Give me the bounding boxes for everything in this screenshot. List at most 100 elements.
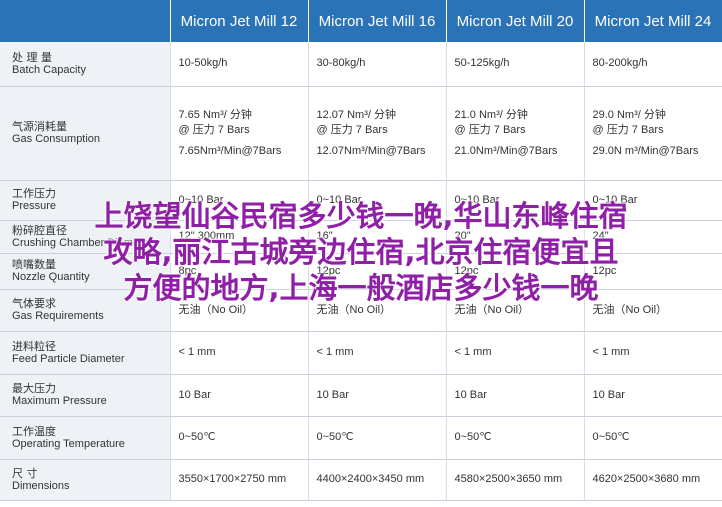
- spec-value-cell: 30-80kg/h: [308, 42, 447, 87]
- spec-value: 0~10 Bar: [178, 193, 224, 206]
- row-label: 工作压力 Pressure: [0, 180, 171, 221]
- spec-value: 4400×2400×3450 mm: [316, 473, 425, 485]
- spec-value: 0~50℃: [592, 431, 630, 443]
- spec-value: 10 Bar: [454, 388, 487, 401]
- spec-value: @ 压力 7 Bars: [178, 123, 250, 136]
- row-label-en: Pressure: [12, 200, 57, 212]
- spec-value-cell: 0~50℃: [170, 416, 309, 460]
- row-label-zh: 粉碎腔直径: [12, 223, 67, 237]
- spec-value-cell: < 1 mm: [584, 331, 722, 375]
- table-row: 气源消耗量 Gas Consumption 7.65 Nm³/ 分钟 @ 压力 7 B…: [0, 86, 722, 181]
- spec-value: < 1 mm: [454, 346, 492, 358]
- row-label-en: Gas Consumption: [12, 133, 101, 145]
- spec-value: 21.0Nm³/Min@7Bars: [454, 144, 558, 157]
- spec-value-cell: 50-125kg/h: [446, 42, 585, 87]
- table-row: 工作温度 Operating Temperature 0~50℃ 0~50℃ 0~50℃…: [0, 416, 722, 460]
- spec-value-cell: 4580×2500×3650 mm: [446, 459, 585, 501]
- spec-value: 21.0 Nm³/ 分钟: [454, 108, 528, 121]
- spec-value: 0~10 Bar: [454, 193, 500, 206]
- spec-value: 10 Bar: [178, 388, 211, 401]
- spec-value-cell: 0~50℃: [584, 416, 722, 460]
- spec-value-cell: 无油（No Oil）: [308, 289, 447, 332]
- spec-value: @ 压力 7 Bars: [454, 123, 526, 136]
- model-header-16: Micron Jet Mill 16: [308, 0, 447, 42]
- header-corner: [0, 0, 171, 42]
- row-label-zh: 喷嘴数量: [12, 258, 56, 271]
- spec-value: 80-200kg/h: [592, 57, 648, 70]
- table-row: 最大压力 Maximum Pressure 10 Bar 10 Bar 10 Bar 10…: [0, 374, 722, 417]
- spec-value-cell: 4620×2500×3680 mm: [584, 459, 722, 501]
- spec-value: 20": [454, 230, 471, 242]
- spec-value-cell: 80-200kg/h: [584, 42, 722, 87]
- spec-value: 4620×2500×3680 mm: [592, 473, 701, 485]
- spec-value-cell: 21.0 Nm³/ 分钟 @ 压力 7 Bars 21.0Nm³/Min@7Bars: [446, 86, 585, 181]
- row-label-en: Nozzle Quantity: [12, 271, 90, 283]
- spec-value-cell: 12pc: [308, 253, 447, 290]
- spec-value-cell: 12" 300mm: [170, 220, 309, 254]
- row-label-en: Batch Capacity: [12, 63, 86, 76]
- spec-value-cell: 29.0 Nm³/ 分钟 @ 压力 7 Bars 29.0N m³/Min@7Bar…: [584, 86, 722, 181]
- spec-value: 30-80kg/h: [316, 57, 366, 70]
- spec-value: 12pc: [454, 264, 479, 277]
- row-label-zh: 气源消耗量: [12, 120, 67, 133]
- spec-value: @ 压力 7 Bars: [592, 123, 664, 136]
- row-label: 粉碎腔直径 Crushing Chamber Diameter: [0, 220, 171, 254]
- spec-value-cell: 10-50kg/h: [170, 42, 309, 87]
- row-label: 最大压力 Maximum Pressure: [0, 374, 171, 417]
- spec-value-cell: 16": [308, 220, 447, 254]
- row-label-zh: 气体要求: [12, 297, 56, 310]
- table-row: 喷嘴数量 Nozzle Quantity 8pc 12pc 12pc 12pc: [0, 253, 722, 290]
- row-label: 进料粒径 Feed Particle Diameter: [0, 331, 171, 375]
- spec-value: 10 Bar: [592, 388, 625, 401]
- table-row: 处 理 量 Batch Capacity 10-50kg/h 30-80kg/h 50-…: [0, 42, 722, 87]
- row-label-en: Feed Particle Diameter: [12, 352, 125, 365]
- model-header-24: Micron Jet Mill 24: [584, 0, 722, 42]
- model-header-20: Micron Jet Mill 20: [446, 0, 585, 42]
- spec-value: 无油（No Oil）: [178, 303, 254, 316]
- row-label-zh: 工作压力: [12, 187, 56, 200]
- spec-value: 12.07 Nm³/ 分钟: [316, 108, 396, 121]
- spec-value: 0~10 Bar: [592, 193, 638, 206]
- row-label: 处 理 量 Batch Capacity: [0, 42, 171, 87]
- spec-value-cell: < 1 mm: [308, 331, 447, 375]
- spec-value: 24": [592, 230, 609, 242]
- row-label: 气体要求 Gas Requirements: [0, 289, 171, 332]
- spec-value-cell: 0~10 Bar: [584, 180, 722, 221]
- spec-value: 7.65Nm³/Min@7Bars: [178, 144, 282, 157]
- spec-value-cell: < 1 mm: [446, 331, 585, 375]
- spec-value-cell: 0~10 Bar: [446, 180, 585, 221]
- spec-value: 0~50℃: [316, 431, 354, 443]
- row-label-zh: 工作温度: [12, 424, 56, 438]
- spec-value-cell: 4400×2400×3450 mm: [308, 459, 447, 501]
- spec-value-cell: 0~50℃: [446, 416, 585, 460]
- spec-value-cell: 0~10 Bar: [170, 180, 309, 221]
- table-row: 气体要求 Gas Requirements 无油（No Oil） 无油（No Oil）…: [0, 289, 722, 332]
- spec-value: 10 Bar: [316, 388, 349, 401]
- spec-table: Micron Jet Mill 12 Micron Jet Mill 16 Mi…: [0, 0, 722, 501]
- model-header-12: Micron Jet Mill 12: [170, 0, 309, 42]
- spec-value-cell: 12pc: [446, 253, 585, 290]
- spec-value-cell: 10 Bar: [446, 374, 585, 417]
- spec-value: 0~50℃: [178, 431, 216, 443]
- row-label-en: Operating Temperature: [12, 437, 125, 450]
- spec-value-cell: 10 Bar: [584, 374, 722, 417]
- spec-value: 12pc: [316, 264, 341, 277]
- spec-value: 12" 300mm: [178, 230, 235, 242]
- spec-value-cell: 12.07 Nm³/ 分钟 @ 压力 7 Bars 12.07Nm³/Min@7Ba…: [308, 86, 447, 181]
- spec-value: 29.0N m³/Min@7Bars: [592, 144, 699, 157]
- row-label: 尺 寸 Dimensions: [0, 459, 171, 501]
- spec-value: 7.65 Nm³/ 分钟: [178, 108, 252, 121]
- spec-value-cell: < 1 mm: [170, 331, 309, 375]
- spec-value: 4580×2500×3650 mm: [454, 473, 563, 485]
- spec-value: < 1 mm: [316, 346, 354, 358]
- spec-value: 16": [316, 230, 333, 242]
- spec-value-cell: 无油（No Oil）: [170, 289, 309, 332]
- row-label-en: Crushing Chamber Diameter: [12, 236, 152, 249]
- spec-value: 3550×1700×2750 mm: [178, 473, 287, 485]
- spec-value: 12pc: [592, 264, 617, 277]
- spec-value: < 1 mm: [592, 346, 630, 358]
- spec-value-cell: 7.65 Nm³/ 分钟 @ 压力 7 Bars 7.65Nm³/Min@7Bars: [170, 86, 309, 181]
- row-label: 喷嘴数量 Nozzle Quantity: [0, 253, 171, 290]
- table-row: 尺 寸 Dimensions 3550×1700×2750 mm 4400×2400×…: [0, 459, 722, 501]
- spec-value-cell: 0~50℃: [308, 416, 447, 460]
